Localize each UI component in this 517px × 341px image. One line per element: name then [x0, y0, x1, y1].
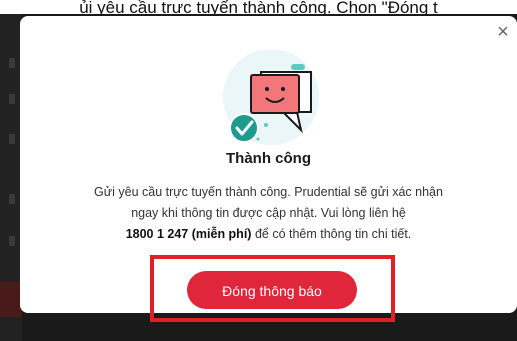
dialog-message-line: Gửi yêu cầu trực tuyến thành công. Prude… — [94, 185, 443, 199]
dialog-message-suffix: để có thêm thông tin chi tiết. — [251, 227, 412, 241]
background-page-edge — [0, 14, 22, 341]
dialog-message-line: ngay khi thông tin được cập nhật. Vui lò… — [131, 206, 406, 220]
background-text-fragment — [9, 94, 15, 104]
success-chat-icon — [223, 50, 319, 145]
background-red-band — [0, 282, 22, 317]
dialog-message-line: 1800 1 247 (miễn phí) để có thêm thông t… — [40, 224, 497, 245]
dialog-message: Gửi yêu cầu trực tuyến thành công. Prude… — [40, 182, 497, 245]
close-notification-button[interactable]: Đóng thông báo — [187, 271, 357, 309]
hotline-number: 1800 1 247 (miễn phí) — [125, 227, 252, 241]
background-text-fragment — [9, 58, 15, 68]
background-text-fragment — [9, 134, 15, 144]
background-text-fragment — [9, 236, 15, 246]
background-text-fragment — [9, 194, 15, 204]
dialog-title: Thành công — [226, 150, 311, 167]
close-icon[interactable]: × — [495, 22, 511, 42]
